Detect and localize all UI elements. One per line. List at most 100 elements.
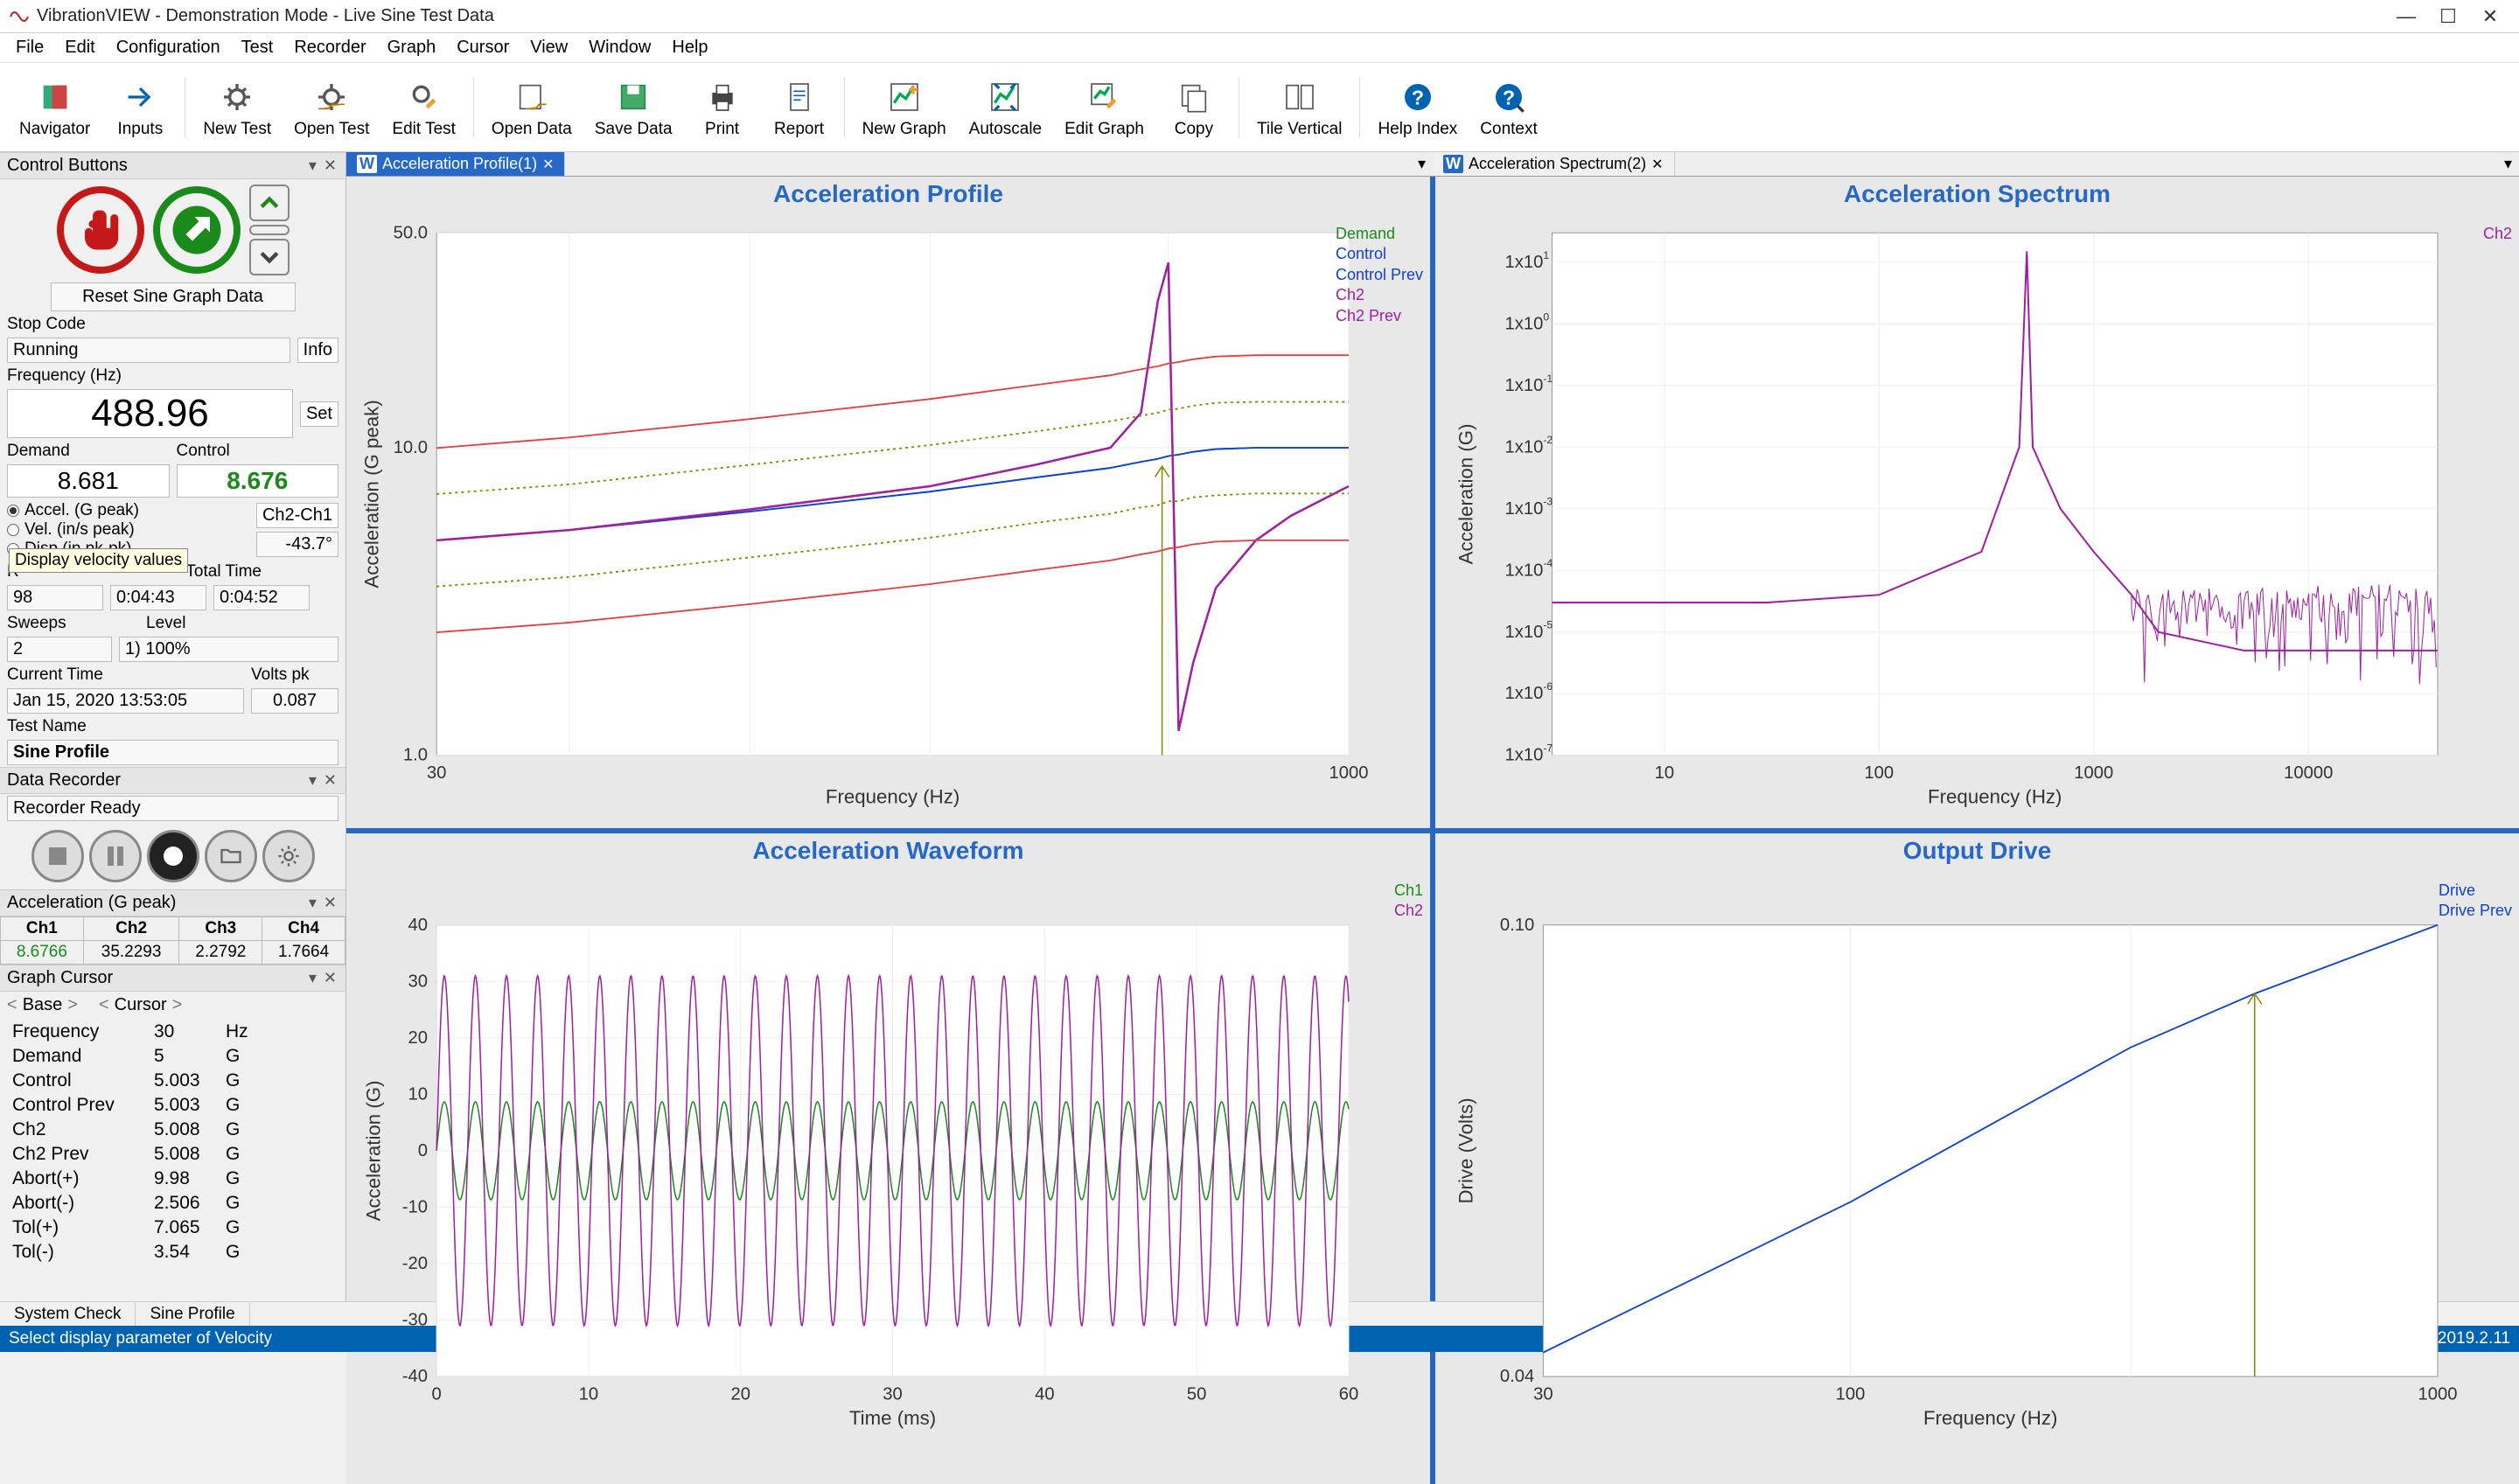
- cursor-next-button[interactable]: >: [67, 995, 78, 1015]
- panel-pin-icon[interactable]: ▾: [307, 157, 318, 175]
- panel-close-icon[interactable]: ✕: [322, 969, 338, 987]
- rec-record-button[interactable]: [147, 830, 199, 882]
- svg-text:60: 60: [1339, 1384, 1359, 1404]
- panel-close-icon[interactable]: ✕: [322, 894, 338, 912]
- acceleration-table: Ch1Ch2Ch3Ch48.676635.22932.27921.7664: [0, 916, 345, 965]
- toolbar-copy[interactable]: Copy: [1156, 73, 1232, 143]
- run-button[interactable]: [153, 186, 241, 274]
- toolbar-open-data[interactable]: Open Data: [481, 73, 583, 143]
- toolbar-edit-graph[interactable]: Edit Graph: [1054, 73, 1155, 143]
- cursor-prev2-button[interactable]: <: [99, 995, 109, 1015]
- svg-text:Acceleration (G): Acceleration (G): [362, 1080, 384, 1221]
- toolbar-print[interactable]: Print: [685, 73, 760, 143]
- menu-test[interactable]: Test: [231, 34, 284, 61]
- svg-text:-3: -3: [1543, 496, 1553, 508]
- minimize-button[interactable]: —: [2386, 3, 2426, 30]
- tab-dropdown-icon[interactable]: ▾: [1411, 152, 1433, 176]
- graph-cursor-panel: < Base > < Cursor > Frequency30HzDemand5…: [0, 992, 345, 1269]
- tab-accel-spectrum[interactable]: W Acceleration Spectrum(2) ✕: [1433, 152, 1675, 176]
- maximize-button[interactable]: ☐: [2428, 3, 2468, 30]
- stop-button[interactable]: [57, 186, 144, 274]
- testname-field: Sine Profile: [7, 740, 338, 765]
- ch2-ch1-button[interactable]: Ch2-Ch1: [256, 503, 338, 528]
- up-button[interactable]: [249, 185, 290, 221]
- toolbar-autoscale[interactable]: Autoscale: [959, 73, 1052, 143]
- tile-icon: [1279, 76, 1321, 118]
- chart-accel-profile[interactable]: Acceleration Profile 3010001.010.050.0Fr…: [346, 177, 1430, 828]
- reset-graph-button[interactable]: Reset Sine Graph Data: [51, 282, 296, 311]
- tab-dropdown-icon[interactable]: ▾: [2497, 152, 2519, 176]
- svg-text:50: 50: [1187, 1384, 1207, 1404]
- close-button[interactable]: ✕: [2470, 3, 2510, 30]
- toolbar-edit-test[interactable]: Edit Test: [381, 73, 466, 143]
- down-button[interactable]: [249, 239, 290, 275]
- chart-accel-waveform[interactable]: Acceleration Waveform 0102030405060-40-3…: [346, 833, 1430, 1484]
- svg-text:0.04: 0.04: [1500, 1367, 1534, 1386]
- menu-view[interactable]: View: [520, 34, 578, 61]
- help-icon: ?: [1397, 76, 1439, 118]
- data-open-icon: [511, 76, 553, 118]
- svg-text:1000: 1000: [1329, 763, 1368, 783]
- set-button[interactable]: Set: [300, 401, 338, 427]
- chart-accel-spectrum[interactable]: Acceleration Spectrum 101001000100001x10…: [1435, 177, 2519, 828]
- menu-edit[interactable]: Edit: [54, 34, 105, 61]
- toolbar-save-data[interactable]: Save Data: [584, 73, 683, 143]
- left-panel: Control Buttons ▾ ✕ Reset Sine Graph Dat…: [0, 152, 346, 1301]
- menu-file[interactable]: File: [5, 34, 54, 61]
- toolbar-help-index[interactable]: ?Help Index: [1367, 73, 1468, 143]
- radio-accel[interactable]: Accel. (G peak): [7, 501, 249, 520]
- svg-text:1x10: 1x10: [1504, 253, 1543, 272]
- toolbar-new-test[interactable]: New Test: [192, 73, 282, 143]
- graph-cursor-header: Graph Cursor ▾ ✕: [0, 965, 345, 992]
- tab-close-icon[interactable]: ✕: [542, 156, 554, 173]
- graph-area: W Acceleration Profile(1) ✕ ▾ W Accelera…: [346, 152, 2519, 1301]
- cursor-prev-button[interactable]: <: [7, 995, 17, 1015]
- tab-close-icon[interactable]: ✕: [1651, 156, 1663, 173]
- toolbar-report[interactable]: Report: [762, 73, 837, 143]
- info-button[interactable]: Info: [297, 338, 338, 363]
- graph-auto-icon: [984, 76, 1026, 118]
- panel-close-icon[interactable]: ✕: [322, 771, 338, 790]
- panel-pin-icon[interactable]: ▾: [307, 894, 318, 912]
- menubar: FileEditConfigurationTestRecorderGraphCu…: [0, 33, 2519, 63]
- rec-pause-button[interactable]: [89, 830, 142, 882]
- radio-vel[interactable]: Vel. (in/s peak): [7, 520, 249, 540]
- rec-stop-button[interactable]: [31, 830, 84, 882]
- svg-text:-6: -6: [1543, 680, 1553, 693]
- toolbar-inputs[interactable]: Inputs: [102, 73, 178, 143]
- panel-pin-icon[interactable]: ▾: [307, 969, 318, 987]
- phase-value: -43.7°: [256, 532, 338, 557]
- chart-output-drive[interactable]: Output Drive 3010010000.040.10Frequency …: [1435, 833, 2519, 1484]
- frequency-display: 488.96: [7, 389, 293, 438]
- tab-accel-profile[interactable]: W Acceleration Profile(1) ✕: [346, 152, 565, 176]
- panel-close-icon[interactable]: ✕: [322, 157, 338, 175]
- svg-text:30: 30: [1533, 1384, 1553, 1404]
- nav-icon: [34, 76, 76, 118]
- menu-recorder[interactable]: Recorder: [283, 34, 376, 61]
- menu-graph[interactable]: Graph: [377, 34, 447, 61]
- toolbar-context[interactable]: ?Context: [1469, 73, 1547, 143]
- rec-open-button[interactable]: [205, 830, 257, 882]
- rec-settings-button[interactable]: [262, 830, 315, 882]
- svg-text:-1: -1: [1543, 373, 1553, 385]
- graph-new-icon: [883, 76, 925, 118]
- menu-window[interactable]: Window: [578, 34, 661, 61]
- bottom-tab-sine-profile[interactable]: Sine Profile: [136, 1302, 249, 1326]
- panel-pin-icon[interactable]: ▾: [307, 771, 318, 790]
- gear-icon: [216, 76, 258, 118]
- toolbar-new-graph[interactable]: New Graph: [852, 73, 957, 143]
- menu-help[interactable]: Help: [661, 34, 718, 61]
- elapsed-field: 0:04:43: [110, 585, 206, 610]
- menu-cursor[interactable]: Cursor: [446, 34, 520, 61]
- bottom-tab-system-check[interactable]: System Check: [0, 1302, 136, 1326]
- mid-button[interactable]: [249, 225, 290, 235]
- toolbar-navigator[interactable]: Navigator: [9, 73, 101, 143]
- menu-configuration[interactable]: Configuration: [106, 34, 231, 61]
- toolbar-tile-vertical[interactable]: Tile Vertical: [1246, 73, 1353, 143]
- svg-text:1x10: 1x10: [1504, 746, 1543, 765]
- toolbar-open-test[interactable]: Open Test: [283, 73, 380, 143]
- svg-text:1x10: 1x10: [1504, 376, 1543, 395]
- svg-text:20: 20: [730, 1384, 750, 1404]
- tooltip-velocity: Display velocity values: [9, 548, 188, 573]
- cursor-next2-button[interactable]: >: [172, 995, 183, 1015]
